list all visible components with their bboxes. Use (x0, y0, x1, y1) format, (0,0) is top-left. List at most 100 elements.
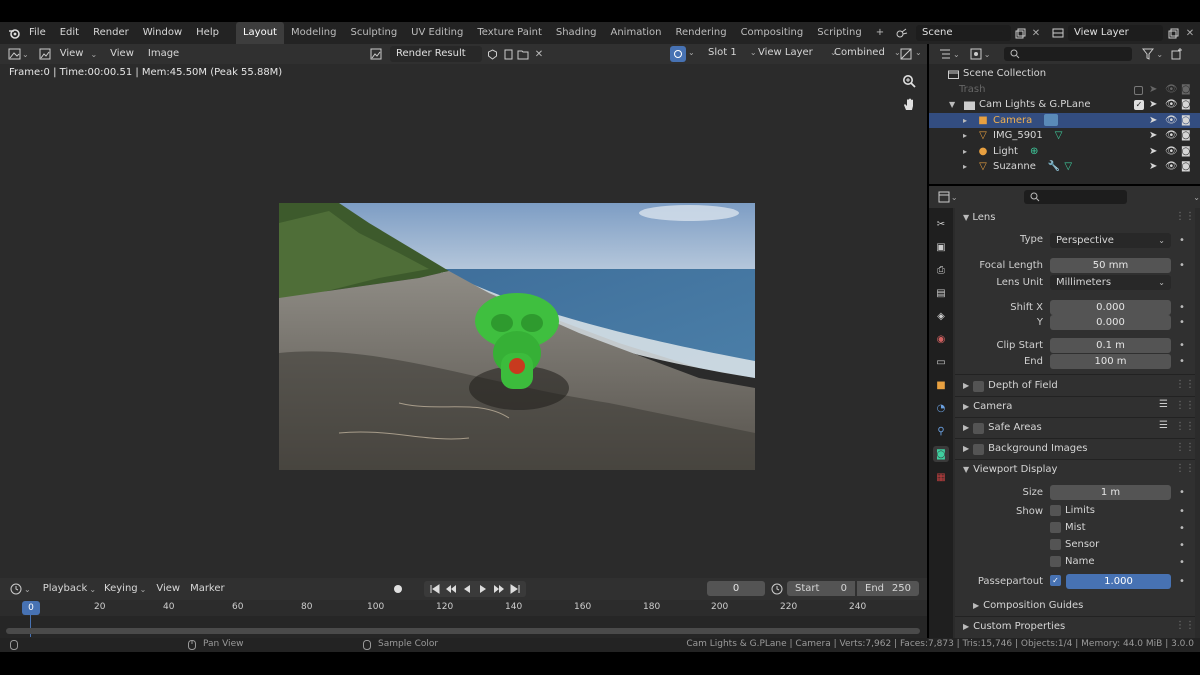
viewport-display-section-header[interactable]: ▼ Viewport Display (963, 460, 1057, 480)
tab-compositing[interactable]: Compositing (734, 22, 811, 44)
display-channels-icon[interactable] (898, 46, 914, 62)
dof-section-header[interactable]: ▶ Depth of Field (963, 376, 1058, 396)
menu-keying[interactable]: Keying (102, 578, 140, 600)
chevron-down-icon[interactable]: ⌄ (24, 585, 31, 594)
keyframe-dot-icon[interactable]: • (1179, 557, 1185, 568)
drag-handle-icon[interactable]: ⋮⋮ (1175, 463, 1195, 474)
outliner-item-light[interactable]: ▸ ● Light ⊕ ➤ 👁 ◙ (929, 144, 1200, 160)
menu-window[interactable]: Window (136, 22, 189, 44)
outliner-search-input[interactable] (1004, 47, 1133, 61)
mist-checkbox[interactable] (1050, 522, 1061, 533)
copy-layer-icon[interactable] (1165, 25, 1181, 41)
presets-list-icon[interactable]: ☰ (1159, 399, 1168, 410)
show-sensor-toggle[interactable]: Sensor (1050, 539, 1099, 550)
keyframe-dot-icon[interactable]: • (1179, 576, 1185, 587)
tab-modeling[interactable]: Modeling (284, 22, 344, 44)
eye-icon[interactable]: 👁 (1165, 144, 1178, 160)
tab-uv-editing[interactable]: UV Editing (404, 22, 470, 44)
camera-render-icon[interactable]: ◙ (1181, 144, 1191, 160)
tab-rendering[interactable]: Rendering (668, 22, 733, 44)
editor-type-icon[interactable] (6, 46, 22, 62)
timeline-area[interactable]: 0 20 40 60 80 100 120 140 160 180 200 22… (0, 600, 927, 638)
scene-name-field[interactable]: Scene (916, 25, 1011, 41)
keyframe-dot-icon[interactable]: • (1179, 523, 1185, 534)
next-keyframe-icon[interactable] (491, 581, 507, 597)
keyframe-dot-icon[interactable]: • (1179, 302, 1185, 313)
camera-section-header[interactable]: ▶ Camera (963, 397, 1012, 417)
jump-end-icon[interactable] (507, 581, 523, 597)
size-field[interactable]: 1 m (1050, 485, 1171, 500)
add-workspace-button[interactable]: + (869, 22, 891, 44)
keyframe-dot-icon[interactable]: • (1179, 317, 1185, 328)
eye-icon[interactable]: 👁 (1165, 128, 1178, 144)
play-icon[interactable] (475, 581, 491, 597)
playhead[interactable]: 0 (22, 601, 40, 615)
new-collection-icon[interactable] (1169, 46, 1185, 62)
menu-help[interactable]: Help (189, 22, 226, 44)
end-frame-field[interactable]: End 250 (857, 581, 919, 596)
zoom-icon[interactable] (901, 73, 917, 89)
chevron-down-icon[interactable]: ⌄ (1193, 193, 1200, 202)
tab-layout[interactable]: Layout (235, 22, 284, 44)
exclude-checkbox[interactable] (1134, 85, 1143, 95)
jump-start-icon[interactable] (427, 581, 443, 597)
safe-areas-checkbox[interactable] (973, 422, 985, 434)
menu-timeline-view[interactable]: View (152, 578, 184, 600)
current-frame-field[interactable]: 0 (707, 581, 765, 596)
keyframe-dot-icon[interactable]: • (1179, 356, 1185, 367)
output-tab-icon[interactable]: ⎙ (933, 262, 949, 278)
show-mist-toggle[interactable]: Mist (1050, 522, 1086, 533)
pan-hand-icon[interactable] (901, 96, 917, 112)
safe-areas-section-header[interactable]: ▶ Safe Areas (963, 418, 1042, 438)
outliner-item-trash[interactable]: Trash ➤ 👁 ◙ (929, 82, 1200, 98)
chevron-down-icon[interactable]: ⌄ (915, 48, 922, 57)
camera-render-icon[interactable]: ◙ (1181, 159, 1191, 175)
image-browse-icon[interactable] (368, 46, 384, 62)
expand-arrow-icon[interactable]: ▸ (963, 144, 975, 160)
eye-icon[interactable]: 👁 (1165, 82, 1178, 98)
expand-arrow-icon[interactable]: ▸ (963, 113, 975, 129)
render-tab-icon[interactable]: ▣ (933, 239, 949, 255)
tab-scripting[interactable]: Scripting (810, 22, 868, 44)
drag-handle-icon[interactable]: ⋮⋮ (1175, 421, 1195, 432)
menu-file[interactable]: File (22, 22, 53, 44)
clip-start-field[interactable]: 0.1 m (1050, 338, 1171, 353)
drag-handle-icon[interactable]: ⋮⋮ (1175, 400, 1195, 411)
chevron-down-icon[interactable]: ⌄ (953, 50, 960, 59)
tool-tab-icon[interactable]: ✂ (933, 216, 949, 232)
clock-icon[interactable] (8, 581, 24, 597)
blender-logo-icon[interactable] (6, 25, 22, 41)
menu-view[interactable]: View (103, 43, 141, 65)
view-mode-dropdown[interactable]: View (53, 43, 91, 65)
keyframe-dot-icon[interactable]: • (1179, 540, 1185, 551)
scene-icon[interactable] (894, 25, 910, 41)
menu-render[interactable]: Render (86, 22, 136, 44)
object-tab-icon[interactable]: ■ (933, 377, 949, 393)
physics-tab-icon[interactable]: ◔ (933, 400, 949, 416)
select-arrow-icon[interactable]: ➤ (1149, 97, 1157, 113)
composition-guides-header[interactable]: ▶ Composition Guides (973, 596, 1083, 616)
menu-playback[interactable]: Playback (41, 578, 90, 600)
lens-type-dropdown[interactable]: Perspective ⌄ (1050, 233, 1171, 248)
outliner-item-img[interactable]: ▸ ▽ IMG_5901 ▽ ➤ 👁 ◙ (929, 128, 1200, 144)
custom-properties-header[interactable]: ▶ Custom Properties (963, 617, 1065, 637)
close-scene-icon[interactable]: ✕ (1028, 25, 1044, 41)
keyframe-dot-icon[interactable]: • (1179, 340, 1185, 351)
select-arrow-icon[interactable]: ➤ (1149, 144, 1157, 160)
keyframe-dot-icon[interactable]: • (1179, 487, 1185, 498)
chevron-down-icon[interactable]: ⌄ (951, 193, 958, 202)
tab-animation[interactable]: Animation (604, 22, 669, 44)
properties-editor-icon[interactable] (937, 189, 951, 205)
start-frame-field[interactable]: Start 0 (787, 581, 855, 596)
drag-handle-icon[interactable]: ⋮⋮ (1175, 211, 1195, 222)
name-checkbox[interactable] (1050, 556, 1061, 567)
view-layer-tab-icon[interactable]: ▤ (933, 285, 949, 301)
passepartout-checkbox[interactable]: ✓ (1050, 575, 1061, 586)
eye-icon[interactable]: 👁 (1165, 113, 1178, 129)
timeline-scrollbar[interactable] (6, 628, 920, 634)
camera-data-tab-icon[interactable]: ◙ (933, 446, 949, 462)
select-arrow-icon[interactable]: ➤ (1149, 82, 1157, 98)
chevron-down-icon[interactable]: ⌄ (22, 50, 29, 59)
expand-arrow-icon[interactable]: ▸ (963, 159, 975, 175)
outliner-item-collection[interactable]: ▼ Cam Lights & G.PLane ✓ ➤ 👁 ◙ (929, 97, 1200, 113)
